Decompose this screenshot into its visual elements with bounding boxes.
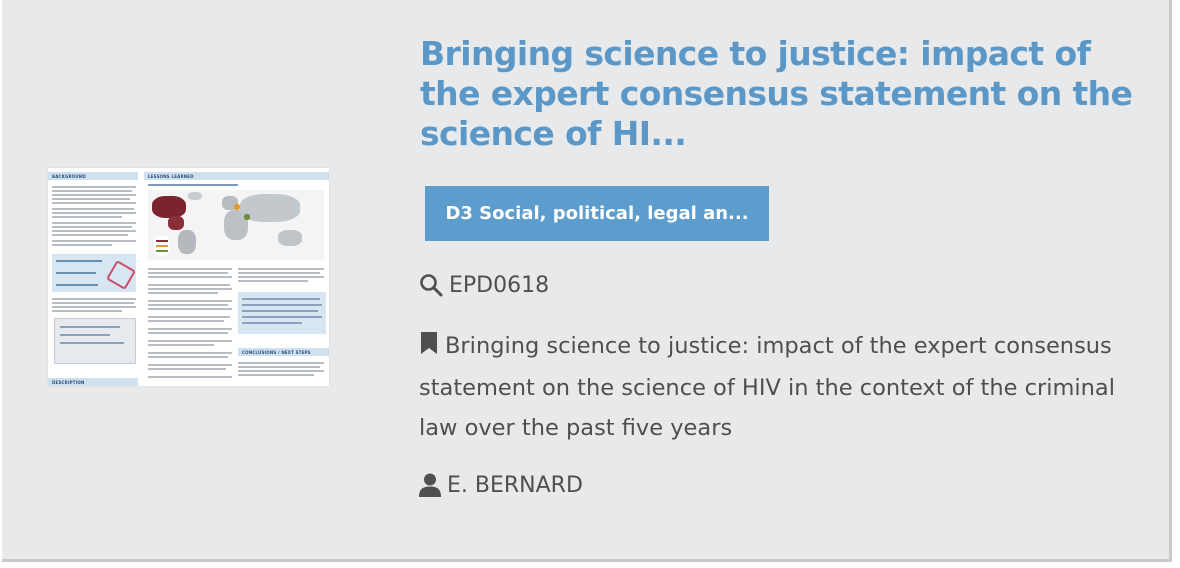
abstract-code: EPD0618 bbox=[449, 272, 550, 298]
poster-section-header: BACKGROUND bbox=[48, 172, 138, 180]
poster-left-column: BACKGROUND DESCRIPTION bbox=[48, 168, 140, 386]
poster-thumbnail[interactable]: BACKGROUND DESCRIPTION LESSONS LEARNED C… bbox=[48, 168, 329, 386]
search-icon bbox=[419, 273, 443, 297]
poster-section-header: CONCLUSIONS / NEXT STEPS bbox=[238, 348, 329, 356]
result-card[interactable]: BACKGROUND DESCRIPTION LESSONS LEARNED C… bbox=[2, 0, 1172, 562]
user-icon bbox=[419, 473, 441, 497]
author-row: E. BERNARD bbox=[419, 468, 583, 502]
author-name[interactable]: E. BERNARD bbox=[447, 473, 583, 498]
code-row: EPD0618 bbox=[419, 268, 549, 302]
poster-section-header: LESSONS LEARNED bbox=[144, 172, 329, 180]
category-tag-button[interactable]: D3 Social, political, legal an... bbox=[425, 186, 769, 241]
poster-world-map bbox=[148, 190, 324, 260]
poster-section-header: DESCRIPTION bbox=[48, 378, 138, 386]
card-title[interactable]: Bringing science to justice: impact of t… bbox=[420, 34, 1160, 154]
description-text: Bringing science to justice: impact of t… bbox=[419, 333, 1115, 441]
bookmark-icon bbox=[419, 328, 439, 368]
card-description: Bringing science to justice: impact of t… bbox=[419, 326, 1119, 448]
